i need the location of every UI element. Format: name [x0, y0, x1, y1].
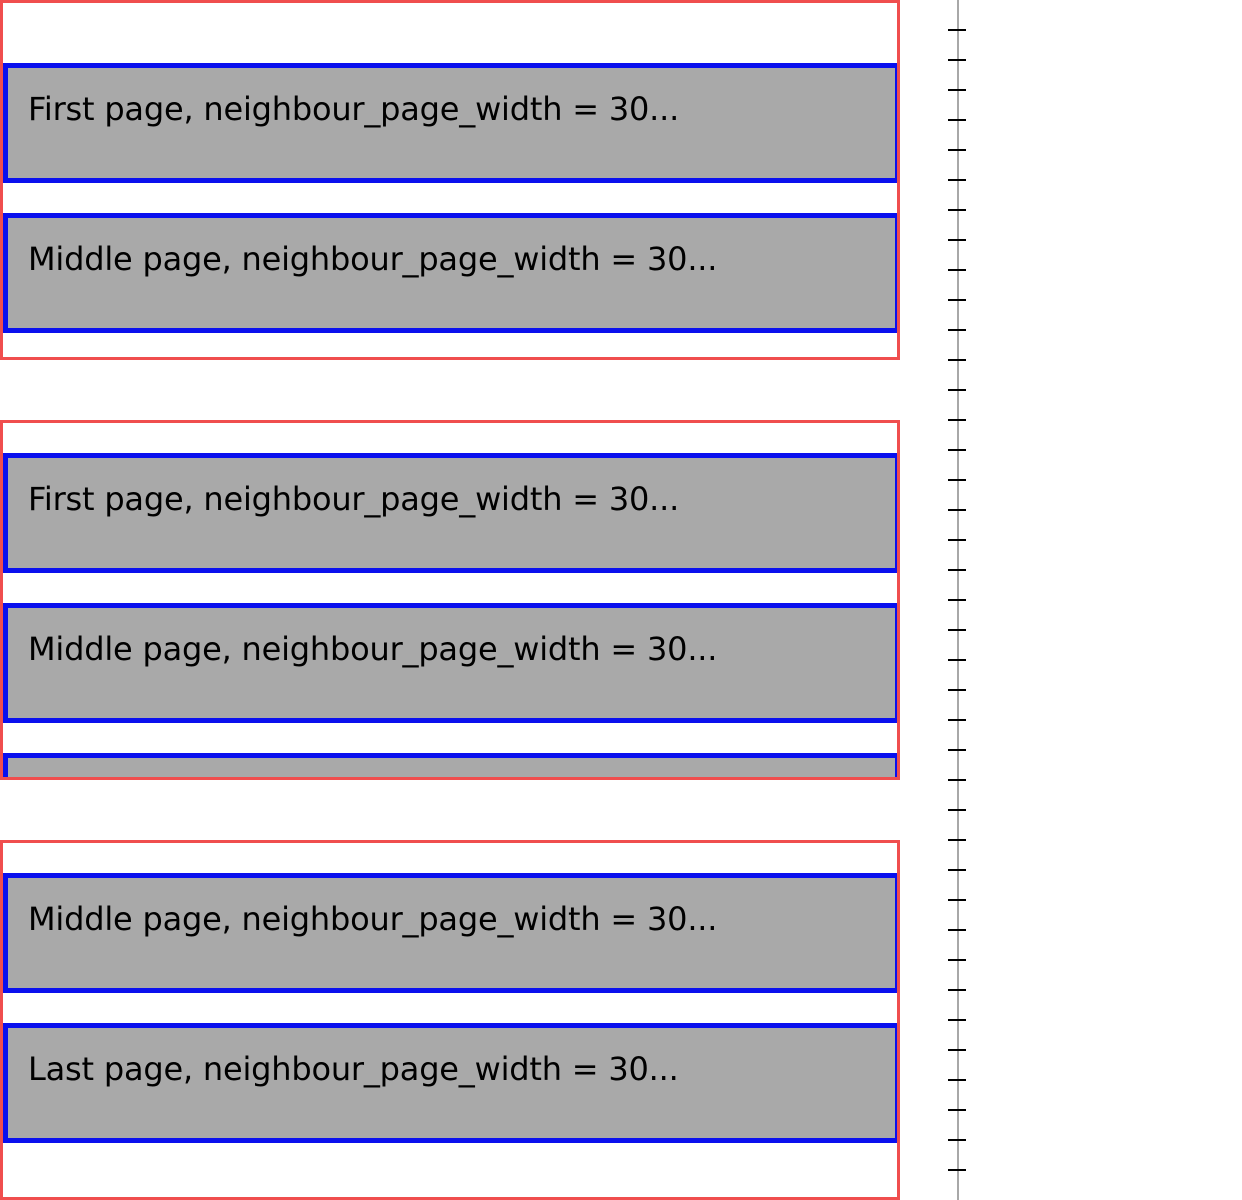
- page-label: Middle page, neighbour_page_width = 30..…: [28, 900, 718, 938]
- ruler-tick: [948, 839, 966, 841]
- ruler-tick: [948, 629, 966, 631]
- ruler-tick: [948, 269, 966, 271]
- ruler-tick: [948, 359, 966, 361]
- page-label: Middle page, neighbour_page_width = 30..…: [28, 630, 718, 668]
- ruler-tick: [948, 1139, 966, 1141]
- ruler-tick: [948, 1019, 966, 1021]
- ruler-tick: [948, 329, 966, 331]
- ruler-tick: [948, 119, 966, 121]
- ruler-tick: [948, 479, 966, 481]
- ruler-tick: [948, 809, 966, 811]
- ruler-tick: [948, 449, 966, 451]
- ruler-tick: [948, 749, 966, 751]
- gallery-page[interactable]: Middle page, neighbour_page_width = 30..…: [3, 603, 897, 723]
- gallery-page[interactable]: [3, 753, 897, 777]
- ruler-tick: [948, 1079, 966, 1081]
- ruler-tick: [948, 869, 966, 871]
- ruler-tick: [948, 389, 966, 391]
- ruler-tick: [948, 569, 966, 571]
- gallery-3[interactable]: Middle page, neighbour_page_width = 30..…: [0, 840, 900, 1200]
- ruler-tick: [948, 1049, 966, 1051]
- page-label: First page, neighbour_page_width = 30...: [28, 480, 680, 518]
- page-label: Middle page, neighbour_page_width = 30..…: [28, 240, 718, 278]
- ruler-tick: [948, 659, 966, 661]
- page-label: First page, neighbour_page_width = 30...: [28, 90, 680, 128]
- ruler-tick: [948, 689, 966, 691]
- page-label: Last page, neighbour_page_width = 30...: [28, 1050, 679, 1088]
- ruler-tick: [948, 89, 966, 91]
- ruler-tick: [948, 209, 966, 211]
- ruler-tick: [948, 929, 966, 931]
- ruler-tick: [948, 299, 966, 301]
- ruler-tick: [948, 239, 966, 241]
- ruler-tick: [948, 509, 966, 511]
- ruler-tick: [948, 59, 966, 61]
- ruler-tick: [948, 539, 966, 541]
- gallery-page[interactable]: Middle page, neighbour_page_width = 30..…: [3, 873, 897, 993]
- ruler-tick: [948, 419, 966, 421]
- ruler-tick: [948, 1109, 966, 1111]
- ruler-tick: [948, 599, 966, 601]
- ruler-tick: [948, 149, 966, 151]
- gallery-1[interactable]: First page, neighbour_page_width = 30...…: [0, 0, 900, 360]
- ruler-tick: [948, 959, 966, 961]
- gallery-2[interactable]: First page, neighbour_page_width = 30...…: [0, 420, 900, 780]
- gallery-page[interactable]: First page, neighbour_page_width = 30...: [3, 453, 897, 573]
- gallery-page[interactable]: Last page, neighbour_page_width = 30...: [3, 1023, 897, 1143]
- ruler-tick: [948, 899, 966, 901]
- ruler-tick: [948, 719, 966, 721]
- ruler-tick: [948, 989, 966, 991]
- ruler-tick: [948, 179, 966, 181]
- gallery-page[interactable]: First page, neighbour_page_width = 30...: [3, 63, 897, 183]
- ruler-tick: [948, 29, 966, 31]
- ruler-tick: [948, 779, 966, 781]
- ruler-tick: [948, 1169, 966, 1171]
- gallery-page[interactable]: Middle page, neighbour_page_width = 30..…: [3, 213, 897, 333]
